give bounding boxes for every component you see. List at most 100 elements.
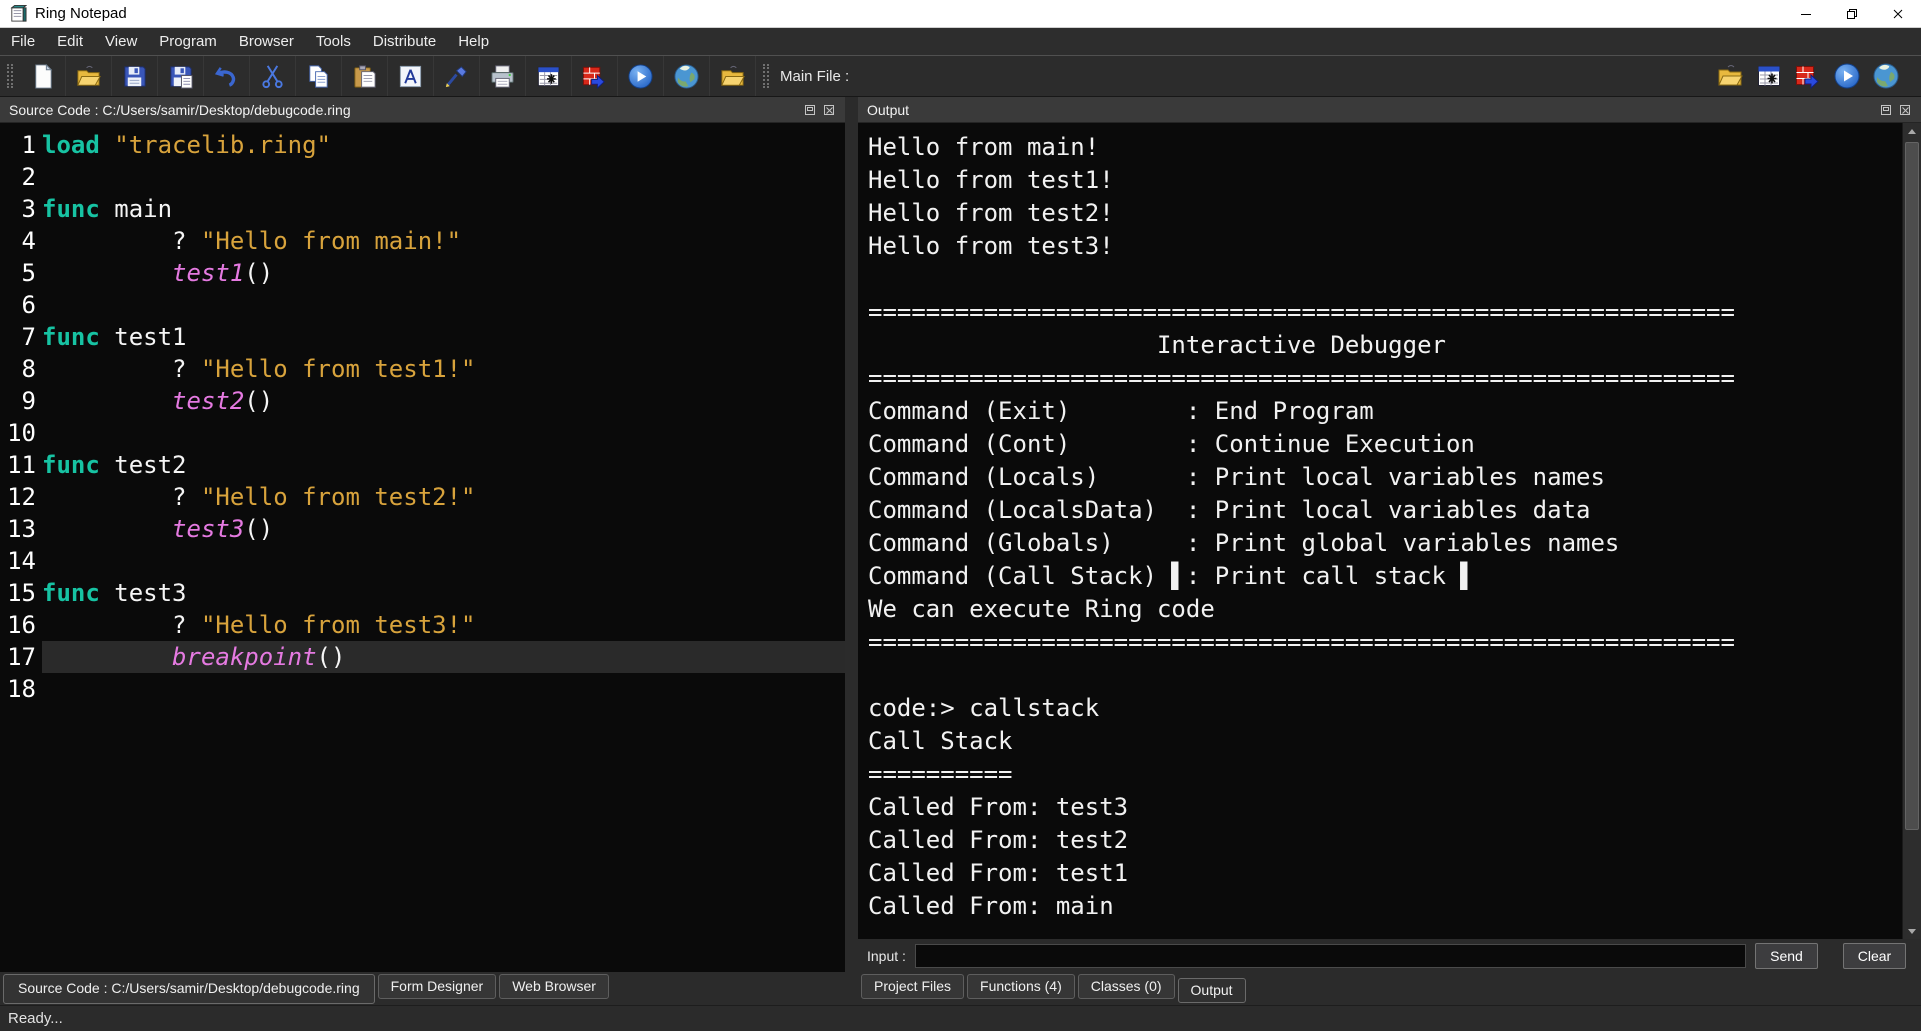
source-pane-header: Source Code : C:/Users/samir/Desktop/deb…	[0, 97, 845, 123]
debugger-input-field[interactable]	[915, 944, 1746, 968]
tab-classes-0[interactable]: Classes (0)	[1078, 974, 1175, 999]
open-file-icon	[75, 63, 102, 90]
send-button[interactable]: Send	[1755, 943, 1818, 969]
main-file-label: Main File :	[780, 68, 849, 85]
open-main-file-icon	[1716, 62, 1744, 90]
code-line[interactable]: 17 breakpoint()	[0, 641, 845, 673]
pane-splitter[interactable]	[845, 97, 858, 1005]
scrollbar-track[interactable]	[1905, 140, 1919, 922]
code-line[interactable]: 18	[0, 673, 845, 705]
tab-form-designer[interactable]: Form Designer	[378, 974, 497, 999]
run-browser-button[interactable]	[664, 56, 710, 96]
code-line[interactable]: 7func test1	[0, 321, 845, 353]
code-line[interactable]: 15func test3	[0, 577, 845, 609]
run-button[interactable]	[618, 56, 664, 96]
line-number: 12	[0, 481, 36, 513]
save-as-button[interactable]	[158, 56, 204, 96]
line-number: 18	[0, 673, 36, 705]
undo-button[interactable]	[204, 56, 250, 96]
scroll-down-icon[interactable]	[1903, 923, 1921, 939]
clear-button[interactable]: Clear	[1843, 943, 1906, 969]
tab-project-files[interactable]: Project Files	[861, 974, 964, 999]
output-line: ========================================…	[868, 296, 1902, 329]
tab-web-browser[interactable]: Web Browser	[499, 974, 609, 999]
close-button[interactable]	[1875, 0, 1921, 27]
code-line[interactable]: 3func main	[0, 193, 845, 225]
line-number: 3	[0, 193, 36, 225]
menu-tools[interactable]: Tools	[305, 28, 362, 55]
run-icon	[627, 63, 654, 90]
minimize-button[interactable]	[1783, 0, 1829, 27]
mainfile-debug-button[interactable]	[1793, 56, 1823, 96]
mainfile-run-browser-button[interactable]	[1871, 56, 1901, 96]
code-line[interactable]: 16 ? "Hello from test3!"	[0, 609, 845, 641]
line-number: 16	[0, 609, 36, 641]
code-line[interactable]: 11func test2	[0, 449, 845, 481]
mainfile-open-main-file-button[interactable]	[1715, 56, 1745, 96]
toolbar-grip[interactable]	[7, 64, 13, 88]
output-line: We can execute Ring code	[868, 593, 1902, 626]
save-button[interactable]	[112, 56, 158, 96]
code-line[interactable]: 9 test2()	[0, 385, 845, 417]
menu-help[interactable]: Help	[447, 28, 500, 55]
title-bar: Ring Notepad	[0, 0, 1921, 28]
output-line: Interactive Debugger	[868, 329, 1902, 362]
output-line: ========================================…	[868, 626, 1902, 659]
panel-close-icon	[823, 104, 835, 116]
tab-functions-4[interactable]: Functions (4)	[967, 974, 1075, 999]
paste-button[interactable]	[342, 56, 388, 96]
scrollbar-thumb[interactable]	[1905, 142, 1919, 830]
menu-program[interactable]: Program	[148, 28, 228, 55]
menu-view[interactable]: View	[94, 28, 148, 55]
code-line[interactable]: 14	[0, 545, 845, 577]
output-pane-title: Output	[867, 102, 909, 118]
menu-distribute[interactable]: Distribute	[362, 28, 447, 55]
menu-file[interactable]: File	[0, 28, 46, 55]
font-button[interactable]	[388, 56, 434, 96]
code-line[interactable]: 2	[0, 161, 845, 193]
tab-source-code-c-users-samir-desktop-debugcode-ring[interactable]: Source Code : C:/Users/samir/Desktop/deb…	[3, 974, 375, 1004]
code-line[interactable]: 8 ? "Hello from test1!"	[0, 353, 845, 385]
copy-button[interactable]	[296, 56, 342, 96]
menu-edit[interactable]: Edit	[46, 28, 94, 55]
mainfile-run-button[interactable]	[1832, 56, 1862, 96]
code-line[interactable]: 4 ? "Hello from main!"	[0, 225, 845, 257]
panel-float-icon	[1880, 104, 1892, 116]
line-number: 13	[0, 513, 36, 545]
code-editor[interactable]: 1load "tracelib.ring"23func main4 ? "Hel…	[0, 123, 845, 972]
output-scrollbar[interactable]	[1902, 123, 1921, 939]
mainfile-run-gui-button[interactable]	[1754, 56, 1784, 96]
new-file-button[interactable]	[20, 56, 66, 96]
output-close-icon[interactable]	[1898, 103, 1912, 117]
menu-browser[interactable]: Browser	[228, 28, 305, 55]
code-line[interactable]: 10	[0, 417, 845, 449]
code-line[interactable]: 6	[0, 289, 845, 321]
scroll-up-icon[interactable]	[1903, 123, 1921, 139]
output-float-icon[interactable]	[1879, 103, 1893, 117]
source-close-icon[interactable]	[822, 103, 836, 117]
output-line: Called From: test3	[868, 791, 1902, 824]
code-line[interactable]: 12 ? "Hello from test2!"	[0, 481, 845, 513]
format-brush-icon	[443, 63, 470, 90]
main-file-toolbar-grip[interactable]	[763, 64, 769, 88]
maximize-button[interactable]	[1829, 0, 1875, 27]
run-gui-button[interactable]	[526, 56, 572, 96]
output-line: ==========	[868, 758, 1902, 791]
format-brush-button[interactable]	[434, 56, 480, 96]
line-number: 5	[0, 257, 36, 289]
code-line[interactable]: 5 test1()	[0, 257, 845, 289]
cut-button[interactable]	[250, 56, 296, 96]
code-line[interactable]: 13 test3()	[0, 513, 845, 545]
tab-output[interactable]: Output	[1178, 978, 1246, 1003]
output-console[interactable]: Hello from main!Hello from test1!Hello f…	[858, 123, 1902, 939]
source-float-icon[interactable]	[803, 103, 817, 117]
ring-notepad-window: Ring Notepad FileEditViewProgramBrowserT…	[0, 0, 1921, 1031]
window-title: Ring Notepad	[35, 5, 127, 22]
open-main-file-button[interactable]	[710, 56, 756, 96]
debug-button[interactable]	[572, 56, 618, 96]
notepad-app-icon	[8, 4, 27, 23]
code-line[interactable]: 1load "tracelib.ring"	[0, 129, 845, 161]
output-line: Command (Cont) : Continue Execution	[868, 428, 1902, 461]
open-file-button[interactable]	[66, 56, 112, 96]
print-button[interactable]	[480, 56, 526, 96]
